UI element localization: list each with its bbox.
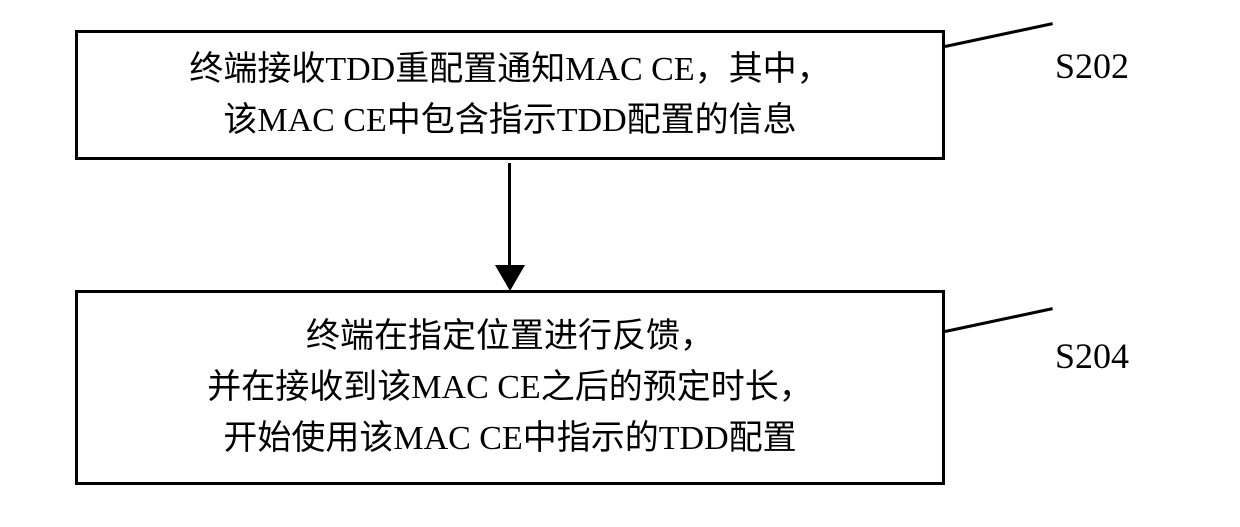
leader-line [945,22,1053,48]
arrow-shaft [508,163,511,273]
step-box-s204: 终端在指定位置进行反馈，并在接收到该MAC CE之后的预定时长，开始使用该MAC… [75,290,945,485]
leader-line [945,307,1053,333]
step-label-s204: S204 [1055,335,1129,377]
step-label-s202: S202 [1055,45,1129,87]
flowchart-container: 终端接收TDD重配置通知MAC CE，其中，该MAC CE中包含指示TDD配置的… [0,0,1240,527]
step-text: 终端接收TDD重配置通知MAC CE，其中，该MAC CE中包含指示TDD配置的… [189,44,830,146]
step-box-s202: 终端接收TDD重配置通知MAC CE，其中，该MAC CE中包含指示TDD配置的… [75,30,945,160]
step-text: 终端在指定位置进行反馈，并在接收到该MAC CE之后的预定时长，开始使用该MAC… [207,311,812,464]
arrow-head-icon [495,265,525,291]
